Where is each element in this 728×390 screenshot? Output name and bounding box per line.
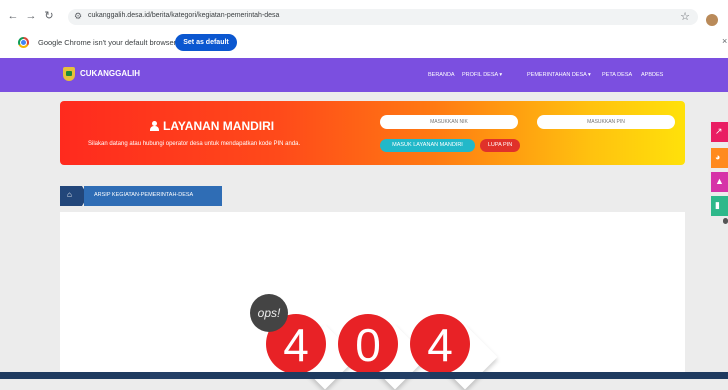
pie-chart-icon: ◕ [715,152,721,162]
line-chart-icon: ↗ [715,126,723,136]
layanan-mandiri-panel: LAYANAN MANDIRI Silakan datang atau hubu… [60,101,685,165]
nav-beranda[interactable]: BERANDA [428,72,455,78]
chrome-logo-icon [18,37,29,48]
error-404-graphic: 4 0 4 ops! [250,292,510,390]
nav-peta-desa[interactable]: PETA DESA [602,72,632,78]
url-text: cukanggalih.desa.id/berita/kategori/kegi… [88,12,280,19]
nik-input[interactable] [380,115,518,129]
taskbar-item[interactable] [150,372,180,379]
taskbar-item[interactable] [400,372,430,379]
error-digit: 0 [338,314,398,374]
reload-icon[interactable]: ↻ [42,9,56,23]
side-tab-area[interactable]: ▲ [711,172,728,192]
nav-pemerintahan-desa[interactable]: PEMERINTAHAN DESA ▾ [527,72,591,78]
ops-badge: ops! [250,294,288,332]
back-arrow-icon[interactable]: ← [6,9,20,23]
banner-message: Google Chrome isn't your default browser [38,38,177,47]
taskbar [0,372,728,379]
side-tab-statistik[interactable]: ↗ [711,122,728,142]
error-digit: 4 [410,314,470,374]
default-browser-banner: Google Chrome isn't your default browser… [0,28,728,59]
pin-input[interactable] [537,115,675,129]
bookmark-star-icon[interactable]: ☆ [680,10,690,23]
side-tab-pie[interactable]: ◕ [711,148,728,168]
login-layanan-button[interactable]: MASUK LAYANAN MANDIRI [380,139,475,152]
omnibox[interactable]: ⚙ cukanggalih.desa.id/berita/kategori/ke… [68,9,698,25]
address-bar-row: ← → ↻ ⚙ cukanggalih.desa.id/berita/kateg… [0,6,728,28]
site-navbar: CUKANGGALIH BERANDA PROFIL DESA ▾ PEMERI… [0,58,728,92]
site-brand[interactable]: CUKANGGALIH [80,69,140,78]
nav-apbdes[interactable]: APBDES [641,72,663,78]
layanan-subtitle: Silakan datang atau hubungi operator des… [88,141,301,147]
forgot-pin-button[interactable]: LUPA PIN [480,139,520,152]
breadcrumb: ARSIP KEGIATAN-PEMERINTAH-DESA [84,186,222,206]
area-chart-icon: ▲ [715,176,724,186]
breadcrumb-current: ARSIP KEGIATAN-PEMERINTAH-DESA [94,192,194,198]
profile-avatar[interactable] [706,14,718,26]
home-icon: ⌂ [67,190,72,199]
close-icon[interactable]: × [722,36,727,46]
user-icon [150,121,159,131]
content-card: 4 0 4 ops! [60,212,685,390]
site-settings-icon[interactable]: ⚙ [74,11,82,22]
layanan-title: LAYANAN MANDIRI [150,119,274,133]
bar-chart-icon: ▮ [715,200,720,210]
breadcrumb-home[interactable]: ⌂ [60,186,88,206]
set-default-button[interactable]: Set as default [175,34,237,51]
side-tab-bar[interactable]: ▮ [711,196,728,216]
side-scroll-dot [723,218,728,224]
forward-arrow-icon[interactable]: → [24,9,38,23]
village-logo-icon[interactable] [63,67,75,81]
nav-profil-desa[interactable]: PROFIL DESA ▾ [462,72,502,78]
